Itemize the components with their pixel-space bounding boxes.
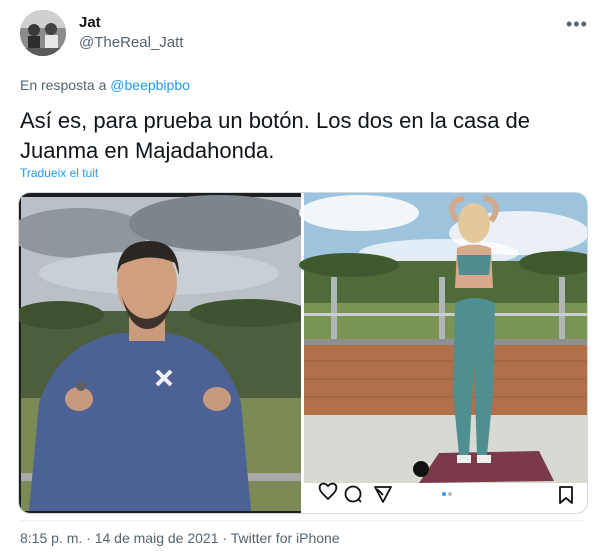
meta-separator: · <box>86 530 91 546</box>
carousel-dot <box>448 492 452 496</box>
more-options-icon[interactable]: ••• <box>566 14 588 35</box>
tweet-text: Así es, para prueba un botón. Los dos en… <box>20 108 531 163</box>
right-photo-frame[interactable] <box>299 193 587 513</box>
meta-separator-2: · <box>222 530 228 546</box>
reply-prefix: En resposta a <box>20 77 107 93</box>
reply-context: En resposta a @beepbipbo <box>20 77 190 93</box>
translate-link[interactable]: Tradueix el tuit <box>20 166 98 180</box>
tweet-media[interactable] <box>18 192 588 514</box>
divider <box>20 520 586 521</box>
avatar-photo-icon <box>20 10 66 56</box>
tweet-time[interactable]: 8:15 p. m. <box>20 530 82 546</box>
avatar[interactable] <box>20 10 66 56</box>
carousel-dot-active <box>442 492 446 496</box>
tweet-date[interactable]: 14 de maig de 2021 <box>95 530 219 546</box>
tweet-source[interactable]: Twitter for iPhone <box>231 530 340 546</box>
reply-mention-link[interactable]: @beepbipbo <box>110 77 190 93</box>
user-handle[interactable]: @TheReal_Jatt <box>79 34 183 51</box>
tweet-metadata: 8:15 p. m. · 14 de maig de 2021 · Twitte… <box>20 530 340 546</box>
display-name[interactable]: Jat <box>79 14 101 31</box>
left-video-frame[interactable] <box>19 193 309 513</box>
